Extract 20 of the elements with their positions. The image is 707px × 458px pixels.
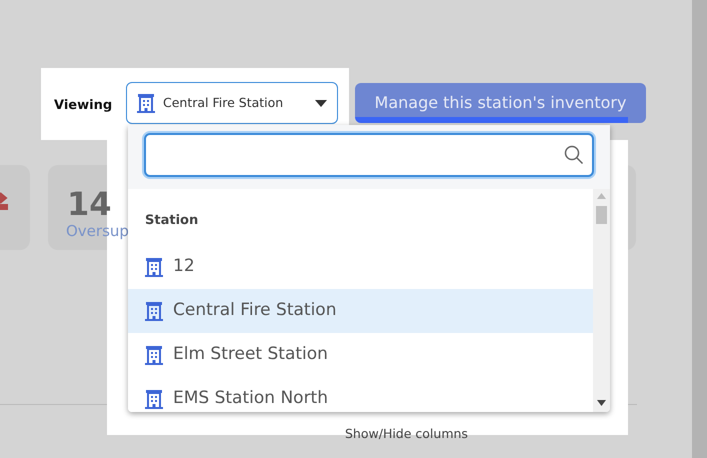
caret-icon	[315, 100, 327, 106]
building-icon	[137, 93, 155, 113]
station-select[interactable]: Central Fire Station	[126, 82, 338, 124]
building-icon	[145, 345, 163, 365]
building-icon	[145, 389, 163, 409]
scroll-up-icon[interactable]	[597, 193, 606, 199]
group-label: Station	[144, 212, 200, 230]
station-option[interactable]: Central Fire Station	[128, 289, 593, 333]
search-field[interactable]	[144, 133, 594, 177]
scrollbar[interactable]	[692, 0, 707, 458]
show-hide-columns-link[interactable]: Show/Hide columns	[345, 425, 468, 444]
compress-icon	[0, 190, 8, 212]
building-icon	[145, 257, 163, 277]
building-icon	[145, 301, 163, 321]
search-icon	[564, 145, 584, 165]
scroll-thumb[interactable]	[596, 206, 607, 224]
scrollbar[interactable]	[593, 189, 610, 412]
scroll-down-icon[interactable]	[597, 400, 606, 406]
viewing-label: Viewing	[54, 97, 112, 115]
station-option[interactable]: EMS Station North	[128, 377, 593, 412]
